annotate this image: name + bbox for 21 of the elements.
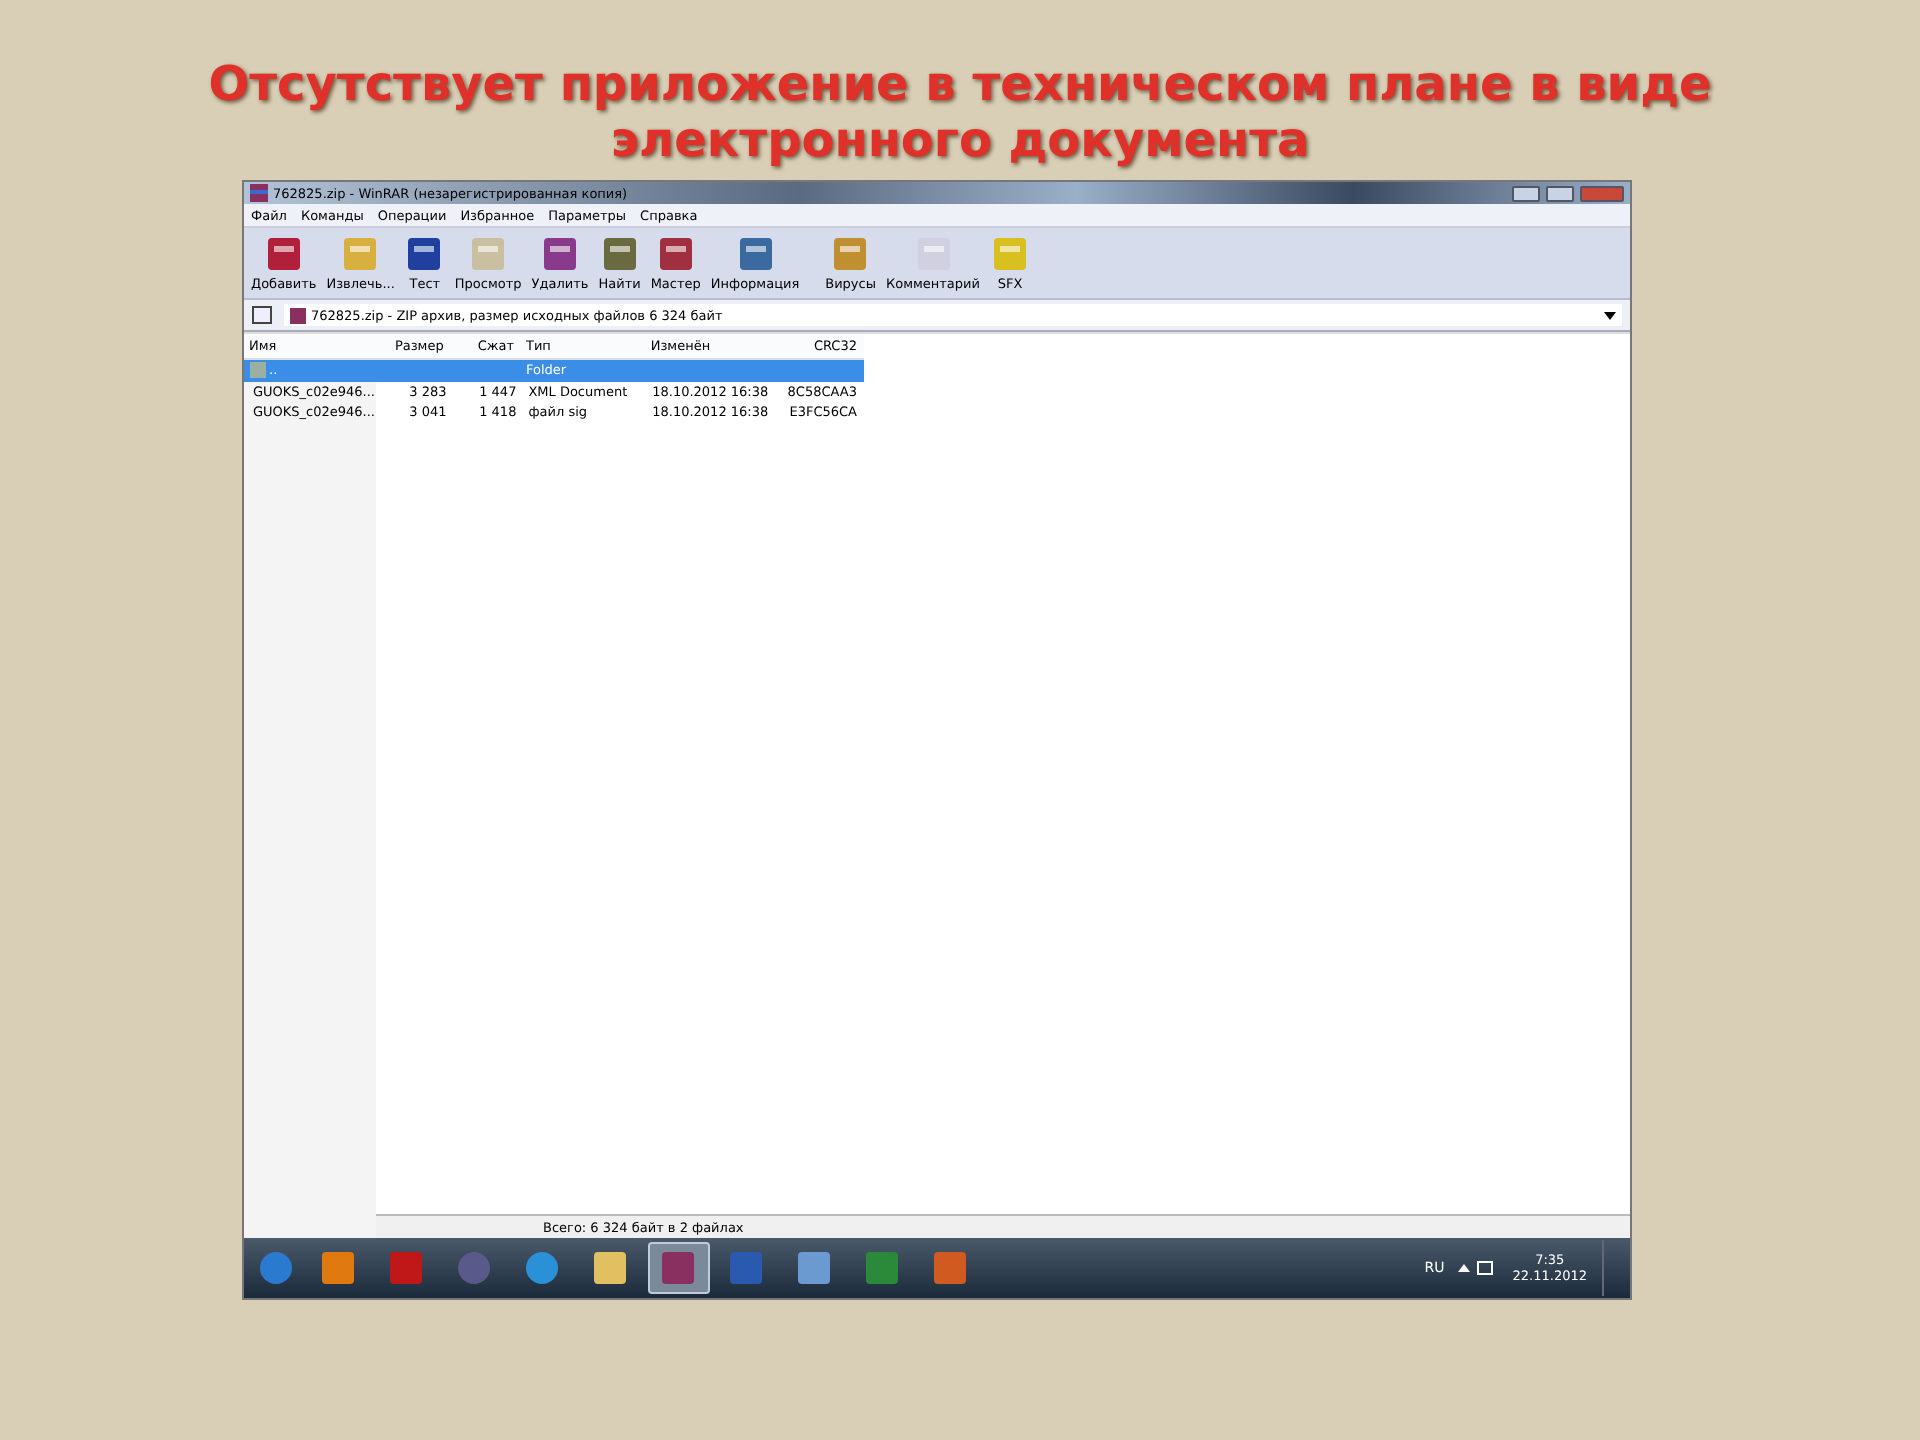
minimize-button[interactable] — [1511, 185, 1539, 201]
app-icon — [458, 1252, 490, 1284]
tool-icon — [913, 234, 953, 274]
tool-icon — [655, 234, 696, 274]
taskbar-button[interactable] — [647, 1242, 709, 1294]
tool-icon — [340, 234, 381, 274]
maximize-button[interactable] — [1545, 185, 1573, 201]
tool-icon — [735, 234, 776, 274]
tool-icon — [468, 234, 509, 274]
tool-icon — [599, 234, 640, 274]
close-button[interactable] — [1579, 185, 1623, 201]
app-icon — [322, 1252, 354, 1284]
tool-icon — [404, 234, 445, 274]
tool-icon — [263, 234, 304, 274]
tool-icon — [830, 234, 871, 274]
slide-title: Отсутствует приложение в техническом плане в виде электронного документа — [206, 56, 1714, 168]
tool-icon — [540, 234, 580, 274]
up-folder-button[interactable] — [251, 306, 271, 324]
tool-icon — [990, 234, 1030, 274]
dropdown-caret-icon — [1603, 311, 1615, 319]
tray-arrow-icon[interactable] — [1458, 1264, 1471, 1272]
